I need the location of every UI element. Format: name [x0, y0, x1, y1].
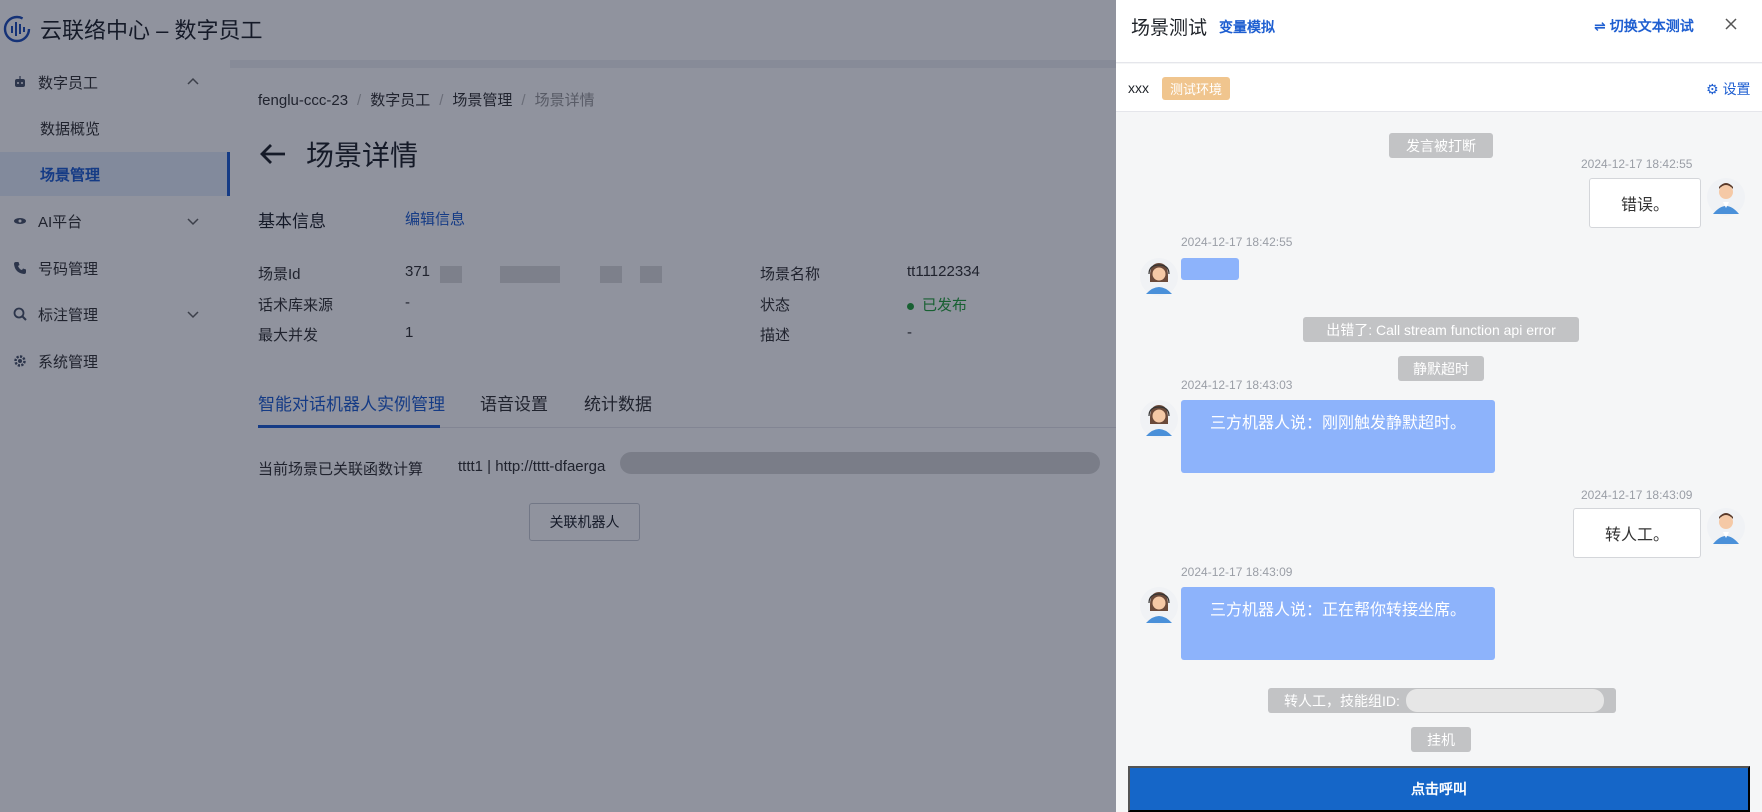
- scene-test-panel: 场景测试 变量模拟 ⇌ 切换文本测试 xxx 测试环境 ⚙ 设置 发言被打断 202…: [1116, 0, 1762, 812]
- timestamp: 2024-12-17 18:42:55: [1581, 157, 1693, 171]
- timestamp: 2024-12-17 18:42:55: [1181, 235, 1293, 249]
- bot-avatar-icon: [1140, 587, 1178, 625]
- timestamp: 2024-12-17 18:43:03: [1181, 378, 1293, 392]
- panel-title: 场景测试: [1131, 18, 1208, 39]
- panel-subheader: xxx 测试环境 ⚙ 设置: [1116, 64, 1762, 112]
- panel-header: 场景测试 变量模拟 ⇌ 切换文本测试: [1116, 0, 1762, 63]
- robot-name: xxx: [1128, 80, 1149, 96]
- bot-message: 三方机器人说：正在帮你转接坐席。: [1181, 587, 1495, 660]
- timestamp: 2024-12-17 18:43:09: [1581, 488, 1693, 502]
- redacted-block: [1406, 689, 1604, 712]
- swap-icon: ⇌: [1594, 18, 1606, 34]
- system-message: 发言被打断: [1389, 133, 1493, 158]
- close-icon[interactable]: [1720, 13, 1742, 35]
- modal-overlay[interactable]: [0, 0, 1116, 812]
- user-message: 转人工。: [1573, 508, 1701, 558]
- system-message: 出错了: Call stream function api error: [1303, 317, 1579, 342]
- bot-avatar-icon: [1140, 400, 1178, 438]
- gear-icon: ⚙: [1706, 81, 1719, 97]
- user-message: 错误。: [1589, 178, 1701, 228]
- bot-avatar-icon: [1140, 258, 1178, 296]
- user-avatar-icon: [1707, 178, 1745, 216]
- settings-label: 设置: [1722, 81, 1751, 97]
- transfer-text: 转人工，技能组ID:: [1284, 692, 1400, 709]
- bot-message-empty: [1181, 258, 1239, 280]
- system-message: 静默超时: [1398, 356, 1484, 381]
- settings-link[interactable]: ⚙ 设置: [1706, 79, 1751, 99]
- user-avatar-icon: [1707, 508, 1745, 546]
- bot-message: 三方机器人说：刚刚触发静默超时。: [1181, 400, 1495, 473]
- system-message: 挂机: [1411, 727, 1471, 752]
- env-tag: 测试环境: [1162, 77, 1231, 100]
- timestamp: 2024-12-17 18:43:09: [1181, 565, 1293, 579]
- call-button[interactable]: 点击呼叫: [1128, 766, 1750, 812]
- variable-simulation-link[interactable]: 变量模拟: [1219, 17, 1275, 37]
- switch-text-test-link[interactable]: ⇌ 切换文本测试: [1594, 16, 1694, 36]
- switch-text-label: 切换文本测试: [1609, 18, 1694, 34]
